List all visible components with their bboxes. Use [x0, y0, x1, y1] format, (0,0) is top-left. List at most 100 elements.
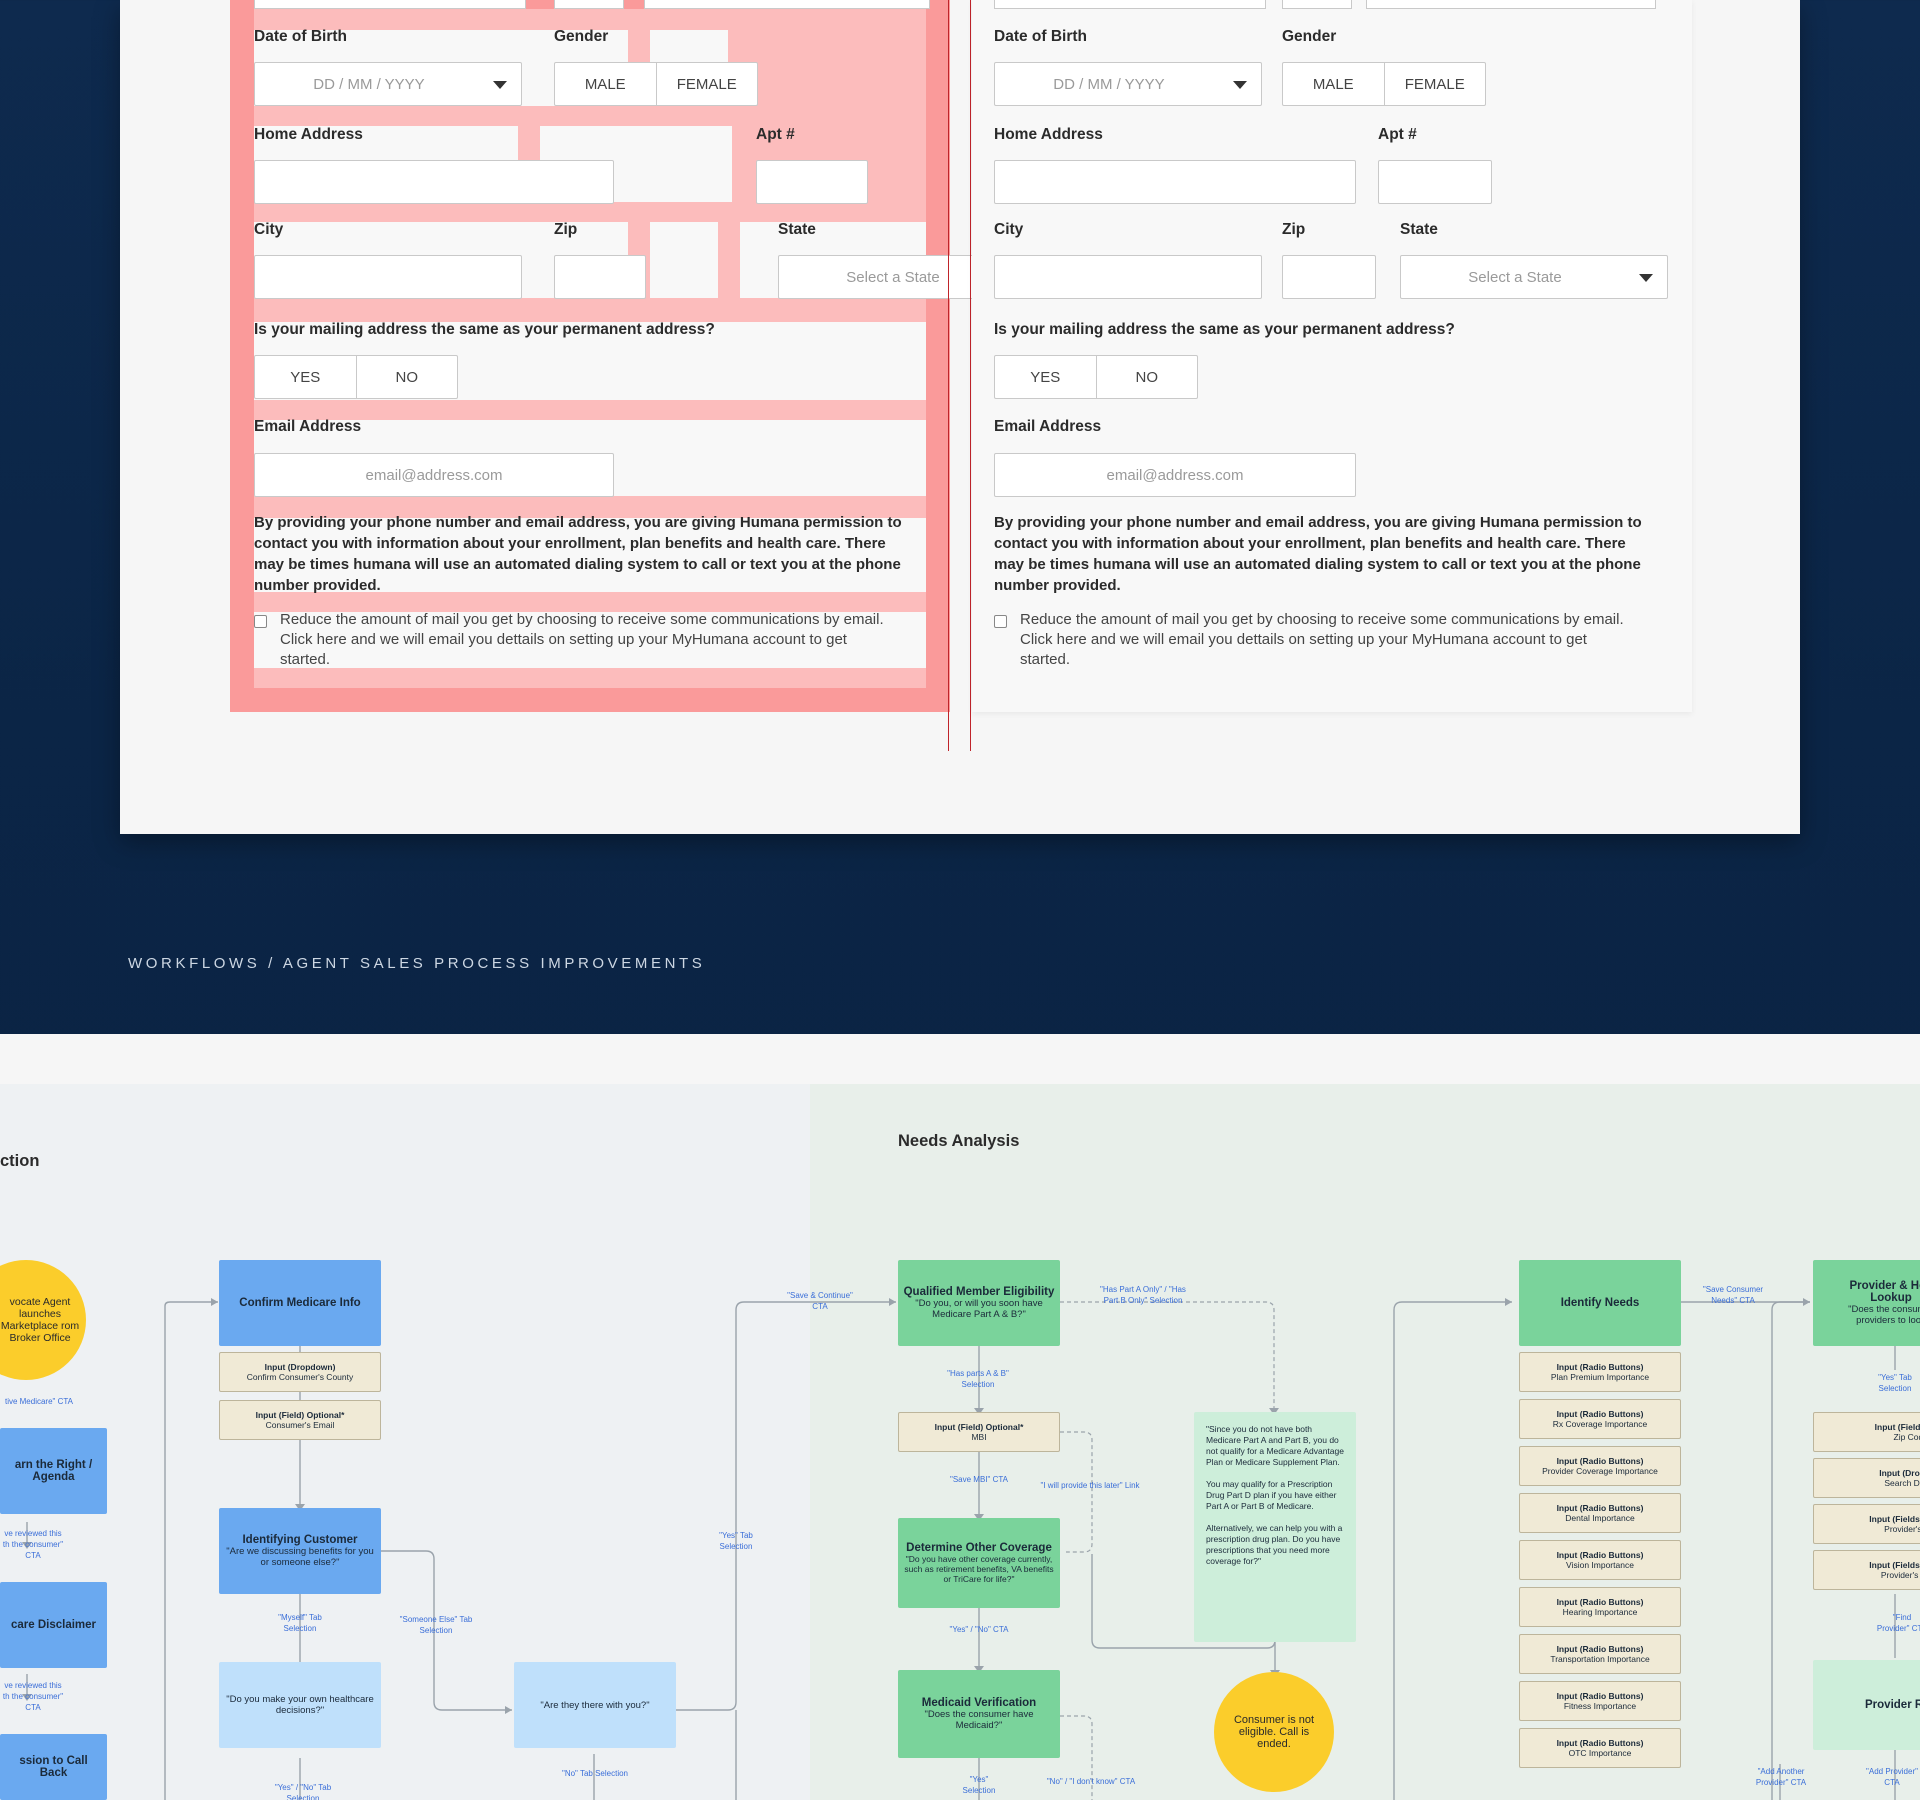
workflow-diagram: ction Needs Analysis vocate Agent launch…: [0, 1034, 1920, 1800]
email-opt-in-text: Reduce the amount of mail you get by cho…: [1020, 611, 1624, 668]
annotated-form-column: Date of Birth Gender DD / MM / YYYY MALE…: [230, 0, 1046, 712]
zip-input[interactable]: [554, 255, 646, 299]
gender-toggle[interactable]: MALE FEMALE: [554, 62, 758, 106]
chevron-down-icon: [493, 81, 507, 89]
not-eligible-end-node: Consumer is not eligible. Call is ended.: [1214, 1672, 1334, 1792]
consent-text: By providing your phone number and email…: [994, 514, 1642, 594]
home-address-input[interactable]: [994, 160, 1356, 204]
input-email: Input (Field) Optional* Consumer's Email: [219, 1400, 381, 1440]
call-back-node: ssion to Call Back: [0, 1734, 107, 1800]
needs-input-item: Input (Radio Buttons) Plan Premium Import…: [1519, 1352, 1681, 1392]
note-reviewed-2: ve reviewed this th the consumer" CTA: [2, 1681, 64, 1712]
note-myself: "Myself" Tab Selection: [278, 1613, 322, 1633]
consent-text: By providing your phone number and email…: [254, 514, 902, 594]
provider-lookup-node: Provider & Hos Lookup"Does the consumer …: [1813, 1260, 1920, 1346]
form-comparison-card: Date of Birth Gender DD / MM / YYYY MALE…: [120, 0, 1800, 834]
identifying-customer-node: Identifying Customer "Are we discussing b…: [219, 1508, 381, 1594]
state-dropdown[interactable]: Select a State: [1400, 255, 1668, 299]
needs-input-item: Input (Radio Buttons) Hearing Importance: [1519, 1587, 1681, 1627]
needs-input-item: Input (Radio Buttons) Provider Coverage I…: [1519, 1446, 1681, 1486]
email-input[interactable]: email@address.com: [254, 453, 614, 497]
apt-input[interactable]: [756, 160, 868, 204]
identify-needs-node: Identify Needs: [1519, 1260, 1681, 1346]
needs-input-item: Input (Radio Buttons) OTC Importance: [1519, 1728, 1681, 1768]
input-provider-specialty: Input (Fields) OptiProvider's Speci: [1813, 1550, 1920, 1590]
email-opt-in-checkbox[interactable]: [994, 615, 1007, 628]
email-label: Email Address: [994, 418, 1102, 435]
dob-dropdown[interactable]: DD / MM / YYYY: [994, 62, 1262, 106]
needs-input-item: Input (Radio Buttons) Rx Coverage Importa…: [1519, 1399, 1681, 1439]
needs-input-item: Input (Radio Buttons) Vision Importance: [1519, 1540, 1681, 1580]
medicaid-node: Medicaid Verification "Does the consumer …: [898, 1670, 1060, 1758]
section-title-introduction: ction: [0, 1152, 40, 1170]
note-no: "No" Tab Selection: [561, 1769, 628, 1778]
mailing-yes-option[interactable]: YES: [255, 356, 357, 398]
note-add-provider: "Add Provider" CTA: [1866, 1767, 1918, 1787]
confirm-medicare-node: Confirm Medicare Info: [219, 1260, 381, 1346]
home-address-label: Home Address: [254, 126, 363, 143]
gender-female-option[interactable]: FEMALE: [657, 63, 758, 105]
note-someone-else: "Someone Else" Tab Selection: [399, 1615, 473, 1635]
mailing-no-option[interactable]: NO: [1097, 356, 1198, 398]
input-search-distance: Input (DropdowSearch Distanc: [1813, 1458, 1920, 1498]
note-yes-selection: "Yes" Selection: [962, 1775, 996, 1795]
email-input[interactable]: email@address.com: [994, 453, 1356, 497]
gender-male-option[interactable]: MALE: [1283, 63, 1385, 105]
clean-form-column: Date of Birth Gender DD / MM / YYYY MALE…: [972, 0, 1692, 712]
gender-toggle[interactable]: MALE FEMALE: [1282, 62, 1486, 106]
agenda-node: arn the Right / Agenda: [0, 1428, 107, 1514]
state-label: State: [778, 221, 816, 238]
dob-label: Date of Birth: [994, 28, 1087, 45]
there-with-you-node: "Are they there with you?": [514, 1662, 676, 1748]
note-yes-no-1: "Yes" / "No" Tab Selection: [274, 1783, 332, 1800]
input-provider-name: Input (Fields) OptiProvider's Nam: [1813, 1504, 1920, 1544]
breadcrumb: WORKFLOWS / AGENT SALES PROCESS IMPROVEM…: [128, 955, 706, 972]
mailing-same-toggle[interactable]: YES NO: [994, 355, 1198, 399]
needs-input-item: Input (Radio Buttons) Fitness Importance: [1519, 1681, 1681, 1721]
gender-female-option[interactable]: FEMALE: [1385, 63, 1486, 105]
apt-input[interactable]: [1378, 160, 1492, 204]
section-title-needs-analysis: Needs Analysis: [898, 1132, 1020, 1150]
city-label: City: [254, 221, 284, 238]
note-yes-tab-2: "Yes" Tab Selection: [1878, 1373, 1912, 1393]
other-coverage-node: Determine Other Coverage "Do you have oth…: [898, 1518, 1060, 1608]
gender-label: Gender: [554, 28, 609, 45]
note-add-another: "Add Another Provider" CTA: [1755, 1767, 1807, 1787]
home-address-input[interactable]: [254, 160, 614, 204]
dob-dropdown[interactable]: DD / MM / YYYY: [254, 62, 522, 106]
home-address-label: Home Address: [994, 126, 1103, 143]
city-input[interactable]: [254, 255, 522, 299]
zip-input[interactable]: [1282, 255, 1376, 299]
city-input[interactable]: [994, 255, 1262, 299]
apt-label: Apt #: [756, 126, 795, 143]
note-save-continue: "Save & Continue" CTA: [787, 1291, 853, 1311]
note-save-needs: "Save Consumer Needs" CTA: [1702, 1285, 1764, 1305]
zip-label: Zip: [554, 221, 578, 238]
input-mbi: Input (Field) Optional* MBI: [898, 1412, 1060, 1452]
zip-label: Zip: [1282, 221, 1306, 238]
email-label: Email Address: [254, 418, 362, 435]
mailing-same-toggle[interactable]: YES NO: [254, 355, 458, 399]
mailing-question: Is your mailing address the same as your…: [994, 321, 1455, 338]
gender-male-option[interactable]: MALE: [555, 63, 657, 105]
needs-input-item: Input (Radio Buttons) Transportation Impo…: [1519, 1634, 1681, 1674]
note-yes-no-2: "Yes" / "No" CTA: [949, 1625, 1009, 1634]
email-opt-in-text: Reduce the amount of mail you get by cho…: [280, 611, 884, 668]
mailing-yes-option[interactable]: YES: [995, 356, 1097, 398]
divider-line: [948, 0, 949, 751]
chevron-down-icon: [1233, 81, 1247, 89]
city-label: City: [994, 221, 1024, 238]
needs-input-item: Input (Radio Buttons) Dental Importance: [1519, 1493, 1681, 1533]
note-parts-ab: "Has parts A & B" Selection: [947, 1369, 1009, 1389]
note-reviewed-1: ve reviewed this th the consumer" CTA: [2, 1529, 64, 1560]
apt-label: Apt #: [1378, 126, 1417, 143]
mailing-no-option[interactable]: NO: [357, 356, 458, 398]
mailing-question: Is your mailing address the same as your…: [254, 321, 715, 338]
state-label: State: [1400, 221, 1438, 238]
divider-line: [970, 0, 971, 751]
input-zip-code: Input (Fields)Zip Code: [1813, 1412, 1920, 1452]
note-part-a-only: "Has Part A Only" / "Has Part B Only" Se…: [1100, 1285, 1186, 1305]
ineligible-script-node: "Since you do not have both Medicare Par…: [1194, 1412, 1356, 1642]
provider-results-node: Provider Resu: [1813, 1660, 1920, 1750]
email-opt-in-checkbox[interactable]: [254, 615, 267, 628]
